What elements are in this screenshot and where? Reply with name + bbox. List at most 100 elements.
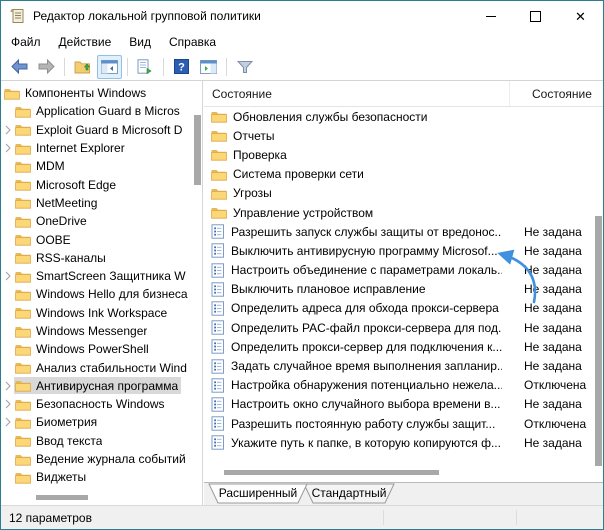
policy-setting-icon [211,282,225,297]
chevron-right-icon[interactable] [1,271,14,281]
list-folder-row[interactable]: Управление устройством [204,203,603,222]
help-button[interactable]: ? [169,55,194,79]
tree-item-biometrics[interactable]: Биометрия [1,413,193,431]
toolbar: ? [1,53,603,80]
policy-row[interactable]: Определить PAC-файл прокси-сервера для п… [204,318,603,337]
tree-horizontal-scrollbar[interactable] [36,495,88,500]
tree-item-internet-explorer[interactable]: Internet Explorer [1,139,193,157]
toolbar-separator [127,57,128,76]
forward-icon [38,59,55,74]
back-button[interactable] [7,55,32,79]
minimize-icon [485,15,496,17]
folder-icon [15,325,31,338]
title-bar[interactable]: Редактор локальной групповой политики ✕ [1,1,603,31]
chevron-right-icon[interactable] [1,143,14,153]
toolbar-separator [64,57,65,76]
tree-item-event-logging[interactable]: Ведение журнала событий [1,450,193,468]
close-icon: ✕ [575,8,586,24]
tree-item-windows-hello[interactable]: Windows Hello для бизнеса [1,285,193,303]
tree-item-mdm[interactable]: MDM [1,157,193,175]
menu-help[interactable]: Справка [160,32,225,52]
tab-standard[interactable]: Стандартный [309,486,389,500]
policy-row[interactable]: Настройка обнаружения потенциально нежел… [204,376,603,395]
filter-button[interactable] [232,55,257,79]
tree-item-windows-messenger[interactable]: Windows Messenger [1,322,193,340]
tree-item-oobe[interactable]: OOBE [1,230,193,248]
tree-item-reliability-analysis[interactable]: Анализ стабильности Wind [1,358,193,376]
list-folder-row[interactable]: Система проверки сети [204,165,603,184]
tab-advanced[interactable]: Расширенный [218,486,298,500]
tree-item-exploit-guard[interactable]: Exploit Guard в Microsoft D [1,121,193,139]
tree-item-antivirus-program[interactable]: Антивирусная программа [1,377,193,395]
policy-row[interactable]: Выключить плановое исправление Не задана [204,280,603,299]
console-tree-pane: Компоненты Windows Application Guard в M… [1,81,203,505]
policy-row[interactable]: Разрешить постоянную работу службы защит… [204,414,603,433]
chevron-right-icon[interactable] [1,417,14,427]
policy-row[interactable]: Выключить антивирусную программу Microso… [204,241,603,260]
policy-row[interactable]: Задать случайное время выполнения заплан… [204,356,603,375]
filter-icon [236,60,253,73]
policy-state: Отключена [524,378,587,393]
policy-row[interactable]: Укажите путь к папке, в которую копируют… [204,433,603,452]
show-action-pane-button[interactable] [196,55,221,79]
tree-item-smartscreen[interactable]: SmartScreen Защитника W [1,267,193,285]
show-console-tree-button[interactable] [97,54,122,79]
tree-item-partial[interactable]: В [1,487,193,490]
tree-item-windows-powershell[interactable]: Windows PowerShell [1,340,193,358]
list-vertical-scrollbar[interactable] [595,216,602,466]
tree-item-application-guard[interactable]: Application Guard в Micros [1,102,193,120]
minimize-button[interactable] [468,1,513,31]
folder-icon [15,361,31,374]
close-button[interactable]: ✕ [558,1,603,31]
column-header-state[interactable]: Состояние [509,81,603,106]
chevron-right-icon[interactable] [1,125,14,135]
tree-item-microsoft-edge[interactable]: Microsoft Edge [1,175,193,193]
tree-item-components-windows[interactable]: Компоненты Windows [1,84,193,102]
folder-icon [15,142,31,155]
tree-item-onedrive[interactable]: OneDrive [1,212,193,230]
policy-row[interactable]: Определить прокси-сервер для подключения… [204,337,603,356]
tree-item-windows-security[interactable]: Безопасность Windows [1,395,193,413]
menu-bar: Файл Действие Вид Справка [1,31,603,53]
app-scroll-icon [10,8,26,24]
up-folder-button[interactable] [70,55,95,79]
tree-vertical-scrollbar[interactable] [194,115,201,185]
export-list-icon [137,59,152,74]
tree-item-widgets[interactable]: Виджеты [1,468,193,486]
policy-state: Не задана [524,435,582,450]
folder-icon [15,233,31,246]
menu-file[interactable]: Файл [2,32,50,52]
chevron-right-icon[interactable] [1,381,14,391]
svg-text:?: ? [178,62,185,74]
column-header-name[interactable]: Состояние [204,87,509,101]
tree-item-rss[interactable]: RSS-каналы [1,249,193,267]
list-folder-row[interactable]: Проверка [204,145,603,164]
folder-icon [15,471,31,484]
maximize-button[interactable] [513,1,558,31]
policy-setting-icon [211,320,225,335]
list-folder-row[interactable]: Отчеты [204,126,603,145]
export-list-button[interactable] [133,55,158,79]
policy-row[interactable]: Определить адреса для обхода прокси-серв… [204,299,603,318]
policy-row[interactable]: Настроить окно случайного выбора времени… [204,395,603,414]
folder-icon [15,398,31,411]
folder-icon [15,270,31,283]
tree-item-text-input[interactable]: Ввод текста [1,432,193,450]
policy-row[interactable]: Настроить объединение с параметрами лока… [204,261,603,280]
policy-row[interactable]: Разрешить запуск службы защиты от вредон… [204,222,603,241]
list-horizontal-scrollbar[interactable] [224,470,439,475]
folder-icon [211,168,227,181]
folder-icon [211,206,227,219]
list-folder-row[interactable]: Обновления службы безопасности [204,107,603,126]
folder-icon [15,196,31,209]
up-folder-icon [74,61,91,74]
chevron-right-icon[interactable] [1,399,14,409]
policy-setting-icon [211,263,225,278]
forward-button[interactable] [34,55,59,79]
menu-view[interactable]: Вид [120,32,160,52]
tree-item-windows-ink[interactable]: Windows Ink Workspace [1,304,193,322]
settings-list-pane: Состояние Состояние Обновления службы бе… [204,81,603,483]
list-folder-row[interactable]: Угрозы [204,184,603,203]
tree-item-netmeeting[interactable]: NetMeeting [1,194,193,212]
menu-action[interactable]: Действие [50,32,121,52]
